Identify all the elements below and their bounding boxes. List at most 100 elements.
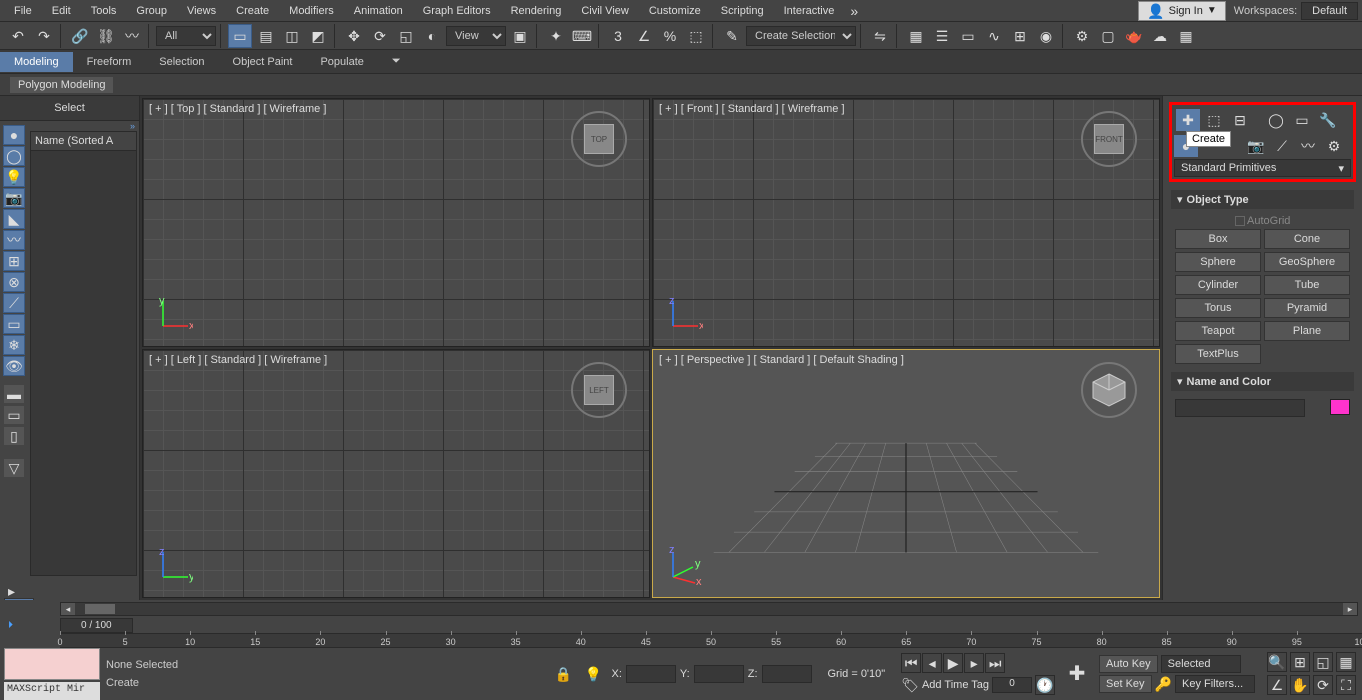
autogrid-checkbox[interactable]: AutoGrid — [1175, 213, 1350, 229]
primitive-cylinder-button[interactable]: Cylinder — [1175, 275, 1261, 295]
scroll-thumb[interactable] — [85, 604, 115, 614]
filter-frozen-icon[interactable]: ❄ — [3, 335, 25, 355]
tab-modify[interactable]: ⬚ — [1202, 109, 1226, 131]
menu-create[interactable]: Create — [226, 2, 279, 20]
select-by-name-button[interactable]: ▤ — [254, 24, 278, 48]
display-invert-icon[interactable]: ▯ — [3, 426, 25, 446]
scroll-left-icon[interactable]: ◂ — [61, 603, 75, 615]
primitive-cone-button[interactable]: Cone — [1264, 229, 1350, 249]
tab-display[interactable]: ▭ — [1290, 109, 1314, 131]
manipulate-button[interactable]: ✦ — [544, 24, 568, 48]
mirror-button[interactable]: ⇋ — [868, 24, 892, 48]
maximize-viewport-button[interactable]: ⛶ — [1336, 675, 1356, 695]
primitive-plane-button[interactable]: Plane — [1264, 321, 1350, 341]
ribbon-collapse-icon[interactable]: ⏷ — [378, 51, 415, 72]
placement-button[interactable]: ◐ — [420, 24, 444, 48]
percent-snap-button[interactable]: % — [658, 24, 682, 48]
filter-spacewarps-icon[interactable]: 〰 — [3, 230, 25, 250]
keyfilters-button[interactable]: Key Filters... — [1175, 675, 1255, 693]
play-button[interactable]: ▶ — [943, 653, 963, 673]
selection-lock-button[interactable]: 🔒 — [552, 662, 576, 686]
ribbon-tab-freeform[interactable]: Freeform — [73, 52, 146, 72]
workspaces-dropdown[interactable]: Default — [1301, 2, 1358, 20]
ribbon-tab-modeling[interactable]: Modeling — [0, 52, 73, 72]
isolate-selection-button[interactable]: 💡 — [582, 662, 606, 686]
setkey-button[interactable]: Set Key — [1099, 675, 1152, 693]
angle-snap-button[interactable]: ∠ — [632, 24, 656, 48]
maxscript-mini-listener[interactable]: MAXScript Mir — [4, 682, 100, 700]
ribbon-tab-populate[interactable]: Populate — [306, 52, 377, 72]
zoom-button[interactable]: 🔍 — [1267, 652, 1287, 672]
window-crossing-button[interactable]: ◩ — [306, 24, 330, 48]
cat-helpers[interactable]: 〰 — [1296, 135, 1320, 157]
render-button[interactable]: 🫖 — [1122, 24, 1146, 48]
viewcube-top[interactable]: TOP — [569, 109, 629, 169]
menu-rendering[interactable]: Rendering — [501, 2, 572, 20]
cat-lights[interactable]: ⟋ — [1270, 135, 1294, 157]
layer-explorer-button[interactable]: ☰ — [930, 24, 954, 48]
menu-graph-editors[interactable]: Graph Editors — [413, 2, 501, 20]
sign-in-button[interactable]: 👤 Sign In ▼ — [1138, 1, 1226, 21]
viewport-top[interactable]: [ + ] [ Top ] [ Standard ] [ Wireframe ]… — [142, 98, 650, 347]
curve-editor-button[interactable]: ∿ — [982, 24, 1006, 48]
redo-button[interactable]: ↷ — [32, 24, 56, 48]
current-frame-spinner[interactable]: 0 — [992, 677, 1032, 693]
time-config-button[interactable]: 🕐 — [1035, 675, 1055, 695]
coord-z-input[interactable] — [762, 665, 812, 683]
rollout-object-type-header[interactable]: ▾ Object Type — [1171, 190, 1354, 209]
primitive-box-button[interactable]: Box — [1175, 229, 1261, 249]
named-selection-dropdown[interactable]: Create Selection Se — [746, 26, 856, 46]
tab-create[interactable]: ✚ — [1176, 109, 1200, 131]
object-color-swatch[interactable] — [1330, 399, 1350, 415]
fov-button[interactable]: ∠ — [1267, 675, 1287, 695]
filter-xrefs-icon[interactable]: ⊗ — [3, 272, 25, 292]
set-key-large-button[interactable]: ✚ — [1061, 654, 1093, 694]
render-online-button[interactable]: ☁ — [1148, 24, 1172, 48]
bind-spacewarp-button[interactable]: 〰 — [120, 24, 144, 48]
primitive-geosphere-button[interactable]: GeoSphere — [1264, 252, 1350, 272]
material-editor-button[interactable]: ◉ — [1034, 24, 1058, 48]
viewport-persp-label[interactable]: [ + ] [ Perspective ] [ Standard ] [ Def… — [659, 354, 904, 366]
object-name-input[interactable] — [1175, 399, 1305, 417]
menu-animation[interactable]: Animation — [344, 2, 413, 20]
ribbon-tab-object-paint[interactable]: Object Paint — [219, 52, 307, 72]
zoom-extents-all-button[interactable]: ▦ — [1336, 652, 1356, 672]
move-button[interactable]: ✥ — [342, 24, 366, 48]
tab-motion[interactable]: ◯ — [1264, 109, 1288, 131]
add-time-tag-button[interactable]: Add Time Tag — [922, 679, 989, 691]
menu-group[interactable]: Group — [126, 2, 177, 20]
filter-geometry-icon[interactable]: ● — [3, 125, 25, 145]
scroll-right-icon[interactable]: ▸ — [1343, 603, 1357, 615]
spinner-snap-button[interactable]: ⬚ — [684, 24, 708, 48]
zoom-extents-button[interactable]: ◱ — [1313, 652, 1333, 672]
filter-helpers-icon[interactable]: ◣ — [3, 209, 25, 229]
goto-start-button[interactable]: ⏮ — [901, 653, 921, 673]
menu-overflow-icon[interactable]: » — [850, 4, 858, 18]
menu-scripting[interactable]: Scripting — [711, 2, 774, 20]
menu-civil-view[interactable]: Civil View — [571, 2, 638, 20]
cat-shapes[interactable]: 📷 — [1244, 135, 1268, 157]
filter-bone-icon[interactable]: ⟋ — [3, 293, 25, 313]
menu-views[interactable]: Views — [177, 2, 226, 20]
snap-toggle-button[interactable]: 3 — [606, 24, 630, 48]
orbit-button[interactable]: ⟳ — [1313, 675, 1333, 695]
rotate-button[interactable]: ⟳ — [368, 24, 392, 48]
explorer-pin-icon[interactable]: » — [28, 121, 139, 129]
time-ruler[interactable]: 0510152025303540455055606570758085909510… — [60, 633, 1362, 648]
rendered-frame-button[interactable]: ▢ — [1096, 24, 1120, 48]
keymode-dropdown[interactable]: Selected — [1161, 655, 1241, 673]
link-button[interactable]: 🔗 — [68, 24, 92, 48]
viewport-front[interactable]: [ + ] [ Front ] [ Standard ] [ Wireframe… — [652, 98, 1160, 347]
cat-systems[interactable]: ⚙ — [1322, 135, 1346, 157]
unlink-button[interactable]: ⛓ — [94, 24, 118, 48]
scene-explorer-column-name[interactable]: Name (Sorted A — [31, 132, 136, 151]
coord-x-input[interactable] — [626, 665, 676, 683]
primitives-dropdown[interactable]: Standard Primitives ▾ — [1174, 159, 1351, 177]
toggle-ribbon-button[interactable]: ▭ — [956, 24, 980, 48]
ribbon-sub-polygon-modeling[interactable]: Polygon Modeling — [10, 77, 113, 93]
menu-customize[interactable]: Customize — [639, 2, 711, 20]
schematic-view-button[interactable]: ⊞ — [1008, 24, 1032, 48]
menu-file[interactable]: File — [4, 2, 42, 20]
select-region-button[interactable]: ◫ — [280, 24, 304, 48]
primitive-pyramid-button[interactable]: Pyramid — [1264, 298, 1350, 318]
